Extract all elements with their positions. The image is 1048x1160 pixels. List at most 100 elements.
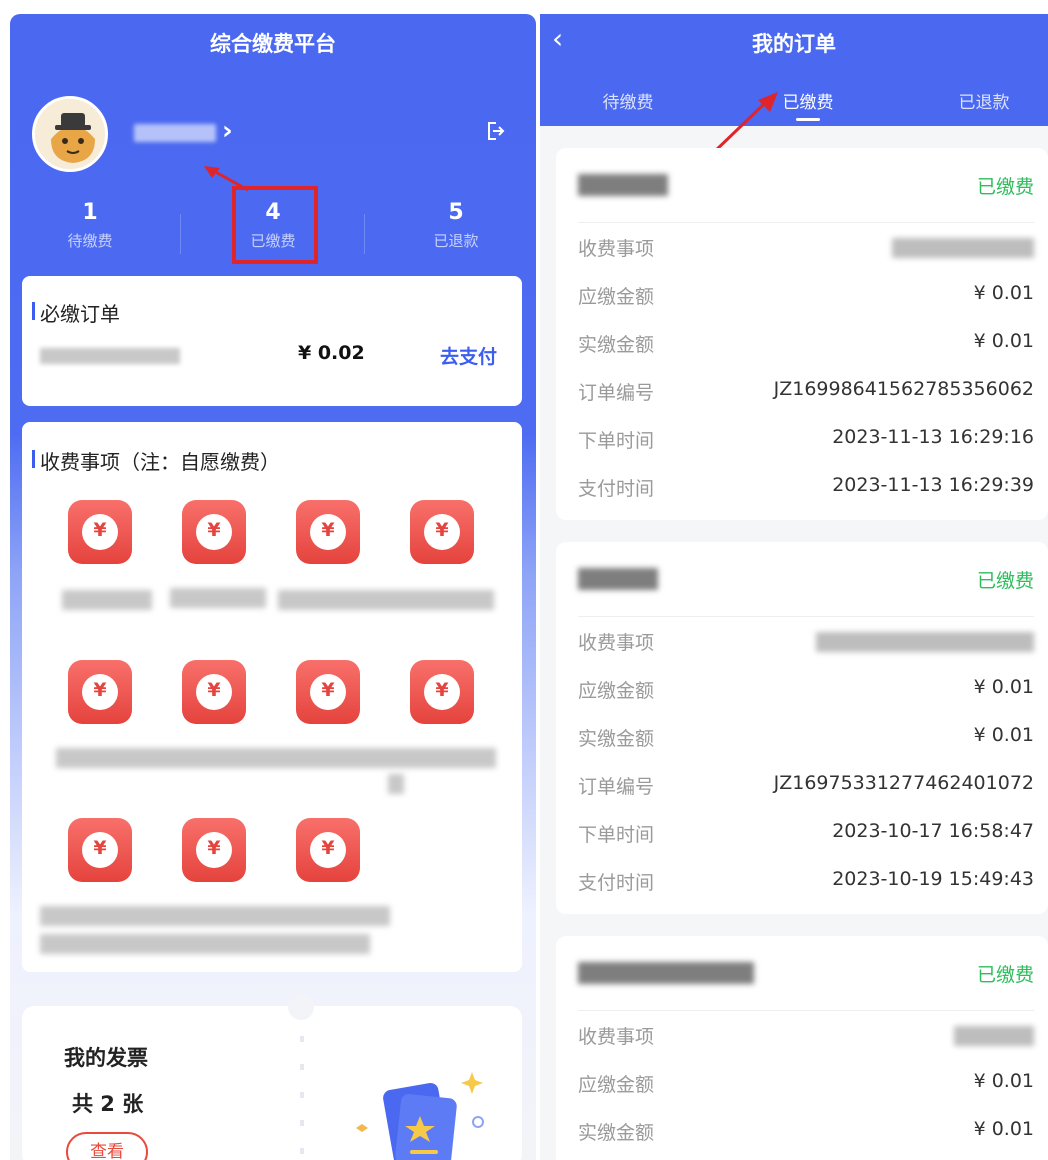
- row-key: 订单编号: [578, 776, 655, 798]
- order-row-amount-paid: 实缴金额 ¥ 0.01: [578, 724, 1034, 750]
- stat-unpaid-label: 待缴费: [67, 232, 113, 250]
- row-key: 收费事项: [578, 238, 655, 260]
- fee-item-label-redacted: [56, 748, 496, 768]
- fee-item-icon[interactable]: [296, 660, 360, 724]
- order-divider: [578, 222, 1034, 223]
- fee-item-label-redacted: [278, 590, 494, 610]
- order-row-amount-paid: 实缴金额 ¥ 0.01: [578, 1118, 1034, 1144]
- payment-home-screen: 综合缴费平台 › 1 待缴费 4 已缴费 5 已退款 必缴订单 ¥ 0.02 去…: [10, 14, 536, 1160]
- required-order-price: ¥ 0.02: [298, 342, 365, 364]
- row-value-redacted: [816, 632, 1034, 652]
- order-status: 已缴费: [976, 176, 1034, 198]
- order-divider: [578, 1010, 1034, 1011]
- screenshot-stage: 综合缴费平台 › 1 待缴费 4 已缴费 5 已退款 必缴订单 ¥ 0.02 去…: [0, 0, 1048, 1160]
- row-value: 2023-10-19 15:49:43: [832, 868, 1034, 890]
- stat-refunded[interactable]: 5 已退款: [376, 200, 536, 251]
- ticket-dots-divider: [300, 1036, 304, 1156]
- user-avatar[interactable]: [32, 96, 108, 172]
- invoice-ticket-icon: [356, 1072, 484, 1160]
- order-status: 已缴费: [976, 570, 1034, 592]
- fee-item-icon[interactable]: [182, 660, 246, 724]
- row-key: 下单时间: [578, 824, 655, 846]
- order-row-pay-time: 支付时间 2023-11-13 16:29:39: [578, 474, 1034, 500]
- order-row-fee-item: 收费事项: [578, 234, 1034, 260]
- fee-item-icon[interactable]: [410, 660, 474, 724]
- row-value: ¥ 0.01: [973, 724, 1034, 746]
- fee-item-icon[interactable]: [182, 500, 246, 564]
- row-value: 2023-11-13 16:29:16: [832, 426, 1034, 448]
- row-value: ¥ 0.01: [973, 676, 1034, 698]
- stat-unpaid[interactable]: 1 待缴费: [10, 200, 170, 251]
- fee-item-label-redacted: [170, 588, 266, 608]
- orders-header: ‹ 我的订单 待缴费 已缴费 已退款: [540, 14, 1048, 126]
- username-redacted[interactable]: [134, 124, 216, 142]
- go-pay-button[interactable]: 去支付: [440, 342, 497, 369]
- row-value: 2023-10-17 16:58:47: [832, 820, 1034, 842]
- row-key: 应缴金额: [578, 1074, 655, 1096]
- row-key: 收费事项: [578, 1026, 655, 1048]
- fee-item-icon[interactable]: [68, 818, 132, 882]
- row-value-redacted: [954, 1026, 1034, 1046]
- stat-unpaid-count: 1: [82, 200, 98, 225]
- order-row-amount-due: 应缴金额 ¥ 0.01: [578, 282, 1034, 308]
- cartoon-avatar-icon: [35, 99, 105, 169]
- stat-divider: [180, 214, 181, 254]
- fee-item-label-redacted: [62, 590, 152, 610]
- order-row-amount-paid: 实缴金额 ¥ 0.01: [578, 330, 1034, 356]
- fee-item-icon[interactable]: [68, 660, 132, 724]
- app-title: 综合缴费平台: [210, 32, 336, 56]
- row-value: ¥ 0.01: [973, 282, 1034, 304]
- stat-divider: [364, 214, 365, 254]
- my-invoice-card[interactable]: 我的发票 共 2 张 查看: [22, 994, 522, 1160]
- invoice-count: 共 2 张: [72, 1092, 144, 1116]
- fee-items-card: 收费事项（注：自愿缴费）: [22, 422, 522, 972]
- order-divider: [578, 616, 1034, 617]
- row-value: ¥ 0.01: [973, 1118, 1034, 1140]
- invoice-title: 我的发票: [64, 1046, 148, 1070]
- order-card[interactable]: 已缴费 收费事项 应缴金额 ¥ 0.01 实缴金额 ¥ 0.01 订单编号 JZ169…: [556, 542, 1048, 914]
- required-order-card: 必缴订单 ¥ 0.02 去支付: [22, 276, 522, 406]
- required-order-name-redacted: [40, 348, 180, 364]
- fee-item-icon[interactable]: [182, 818, 246, 882]
- row-value: 2023-11-13 16:29:39: [832, 474, 1034, 496]
- order-name-redacted: [578, 174, 668, 196]
- fee-item-label-redacted: [388, 774, 404, 794]
- stat-refunded-label: 已退款: [433, 232, 479, 250]
- order-row-order-number: 订单编号 JZ16975331277462401072: [578, 772, 1034, 798]
- orders-title: 我的订单: [752, 32, 836, 56]
- order-row-fee-item: 收费事项: [578, 628, 1034, 654]
- tab-refunded[interactable]: 已退款: [924, 88, 1044, 113]
- tab-unpaid[interactable]: 待缴费: [568, 88, 688, 113]
- row-key: 实缴金额: [578, 728, 655, 750]
- fee-item-icon[interactable]: [296, 818, 360, 882]
- order-row-amount-due: 应缴金额 ¥ 0.01: [578, 1070, 1034, 1096]
- order-row-order-time: 下单时间 2023-10-17 16:58:47: [578, 820, 1034, 846]
- fee-items-title: 收费事项（注：自愿缴费）: [32, 446, 280, 475]
- fee-item-icon[interactable]: [68, 500, 132, 564]
- view-invoice-button[interactable]: 查看: [66, 1132, 148, 1160]
- order-row-order-time: 下单时间 2023-11-13 16:29:16: [578, 426, 1034, 452]
- tab-active-indicator: [796, 118, 820, 121]
- row-value: JZ16975331277462401072: [773, 772, 1034, 794]
- order-row-pay-time: 支付时间 2023-10-19 15:49:43: [578, 868, 1034, 894]
- order-row-order-number: 订单编号 JZ16998641562785356062: [578, 378, 1034, 404]
- order-row-amount-due: 应缴金额 ¥ 0.01: [578, 676, 1034, 702]
- fee-item-label-redacted: [40, 906, 390, 926]
- order-card[interactable]: 已缴费 收费事项 应缴金额 ¥ 0.01 实缴金额 ¥ 0.01 订单编号 JZ169…: [556, 148, 1048, 520]
- stat-refunded-count: 5: [448, 200, 464, 225]
- row-key: 下单时间: [578, 430, 655, 452]
- profile-chevron-icon[interactable]: ›: [222, 116, 233, 146]
- fee-item-label-redacted: [40, 934, 370, 954]
- row-key: 订单编号: [578, 382, 655, 404]
- logout-icon[interactable]: [484, 120, 506, 142]
- fee-item-icon[interactable]: [296, 500, 360, 564]
- row-key: 应缴金额: [578, 680, 655, 702]
- row-key: 支付时间: [578, 872, 655, 894]
- order-name-redacted: [578, 568, 658, 590]
- row-value: ¥ 0.01: [973, 1070, 1034, 1092]
- fee-item-icon[interactable]: [410, 500, 474, 564]
- required-order-title: 必缴订单: [32, 298, 120, 327]
- row-key: 实缴金额: [578, 334, 655, 356]
- order-card[interactable]: 已缴费 收费事项 应缴金额 ¥ 0.01 实缴金额 ¥ 0.01: [556, 936, 1048, 1160]
- order-row-fee-item: 收费事项: [578, 1022, 1034, 1048]
